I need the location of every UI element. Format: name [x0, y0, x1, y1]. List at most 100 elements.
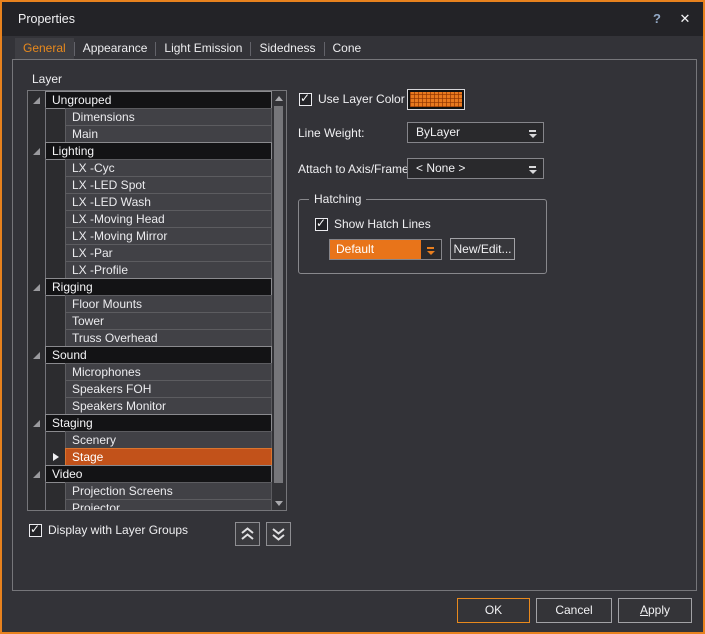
scrollbar-thumb[interactable] — [274, 106, 283, 483]
layer-row[interactable]: LX -Profile — [28, 261, 272, 279]
expander-icon[interactable] — [33, 97, 40, 104]
expander-icon[interactable] — [33, 352, 40, 359]
layer-row-box[interactable]: LX -Moving Head — [65, 210, 272, 228]
tab-general[interactable]: General — [15, 38, 74, 59]
hatching-groupbox: Hatching — [298, 199, 547, 274]
layer-row-box[interactable]: Tower — [65, 312, 272, 330]
tab-sidedness[interactable]: Sidedness — [251, 38, 323, 59]
layer-row-box[interactable]: Rigging — [45, 278, 272, 296]
help-icon[interactable]: ? — [647, 10, 667, 28]
tree-scrollbar[interactable] — [272, 91, 286, 510]
current-item-icon — [53, 453, 59, 461]
layer-row[interactable]: Projector — [28, 499, 272, 511]
layer-row[interactable]: Truss Overhead — [28, 329, 272, 347]
layer-color-swatch[interactable] — [407, 89, 465, 110]
new-edit-button[interactable]: New/Edit... — [450, 238, 515, 260]
layer-row-box[interactable]: Floor Mounts — [65, 295, 272, 313]
layer-row[interactable]: Stage — [28, 448, 272, 466]
display-with-layer-groups-label: Display with Layer Groups — [48, 523, 188, 537]
layer-row[interactable]: LX -Par — [28, 244, 272, 262]
move-down-button[interactable] — [266, 522, 291, 546]
close-icon[interactable]: ✕ — [675, 10, 695, 28]
expander-icon[interactable] — [33, 284, 40, 291]
layer-row[interactable]: Main — [28, 125, 272, 143]
layer-row[interactable]: Sound — [28, 346, 272, 364]
layer-row-box[interactable]: Scenery — [65, 431, 272, 449]
layer-row[interactable]: Scenery — [28, 431, 272, 449]
checkbox-box[interactable]: ✓ — [29, 524, 42, 537]
tab-appearance[interactable]: Appearance — [75, 38, 156, 59]
layer-row[interactable]: Tower — [28, 312, 272, 330]
layer-row[interactable]: LX -LED Spot — [28, 176, 272, 194]
layer-row[interactable]: Speakers FOH — [28, 380, 272, 398]
layer-tree[interactable]: UngroupedDimensionsMainLightingLX -CycLX… — [27, 90, 287, 511]
layer-row-box[interactable]: Video — [45, 465, 272, 483]
attach-axis-dropdown[interactable]: < None > — [407, 158, 544, 179]
tab-cone[interactable]: Cone — [325, 38, 370, 59]
layer-row-box[interactable]: Ungrouped — [45, 91, 272, 109]
layer-row-box[interactable]: LX -LED Wash — [65, 193, 272, 211]
layer-row-box[interactable]: Projection Screens — [65, 482, 272, 500]
dropdown-button[interactable] — [523, 159, 543, 178]
tab-light-emission[interactable]: Light Emission — [156, 38, 250, 59]
hatch-pattern-dropdown[interactable]: Default — [329, 239, 442, 260]
display-with-layer-groups-checkbox[interactable]: ✓ Display with Layer Groups — [29, 523, 188, 537]
layer-row-label: Microphones — [66, 364, 271, 380]
layer-row[interactable]: Speakers Monitor — [28, 397, 272, 415]
use-layer-color-checkbox[interactable]: ✓ Use Layer Color — [299, 92, 405, 106]
layer-row[interactable]: Lighting — [28, 142, 272, 160]
layer-row[interactable]: Dimensions — [28, 108, 272, 126]
layer-row-box[interactable]: Speakers FOH — [65, 380, 272, 398]
checkbox-box[interactable]: ✓ — [299, 93, 312, 106]
layer-row[interactable]: LX -Moving Mirror — [28, 227, 272, 245]
move-up-button[interactable] — [235, 522, 260, 546]
scroll-down-icon[interactable] — [272, 496, 286, 510]
layer-row-box[interactable]: Truss Overhead — [65, 329, 272, 347]
layer-row-box[interactable]: Speakers Monitor — [65, 397, 272, 415]
layer-row-label: LX -Profile — [66, 262, 271, 278]
expander-icon[interactable] — [33, 471, 40, 478]
line-weight-dropdown[interactable]: ByLayer — [407, 122, 544, 143]
layer-row-box[interactable]: LX -Cyc — [65, 159, 272, 177]
layer-row[interactable]: Video — [28, 465, 272, 483]
attach-axis-label: Attach to Axis/Frame: — [298, 162, 412, 176]
layer-row[interactable]: Projection Screens — [28, 482, 272, 500]
layer-row[interactable]: Microphones — [28, 363, 272, 381]
layer-row-label: Main — [66, 126, 271, 142]
attach-axis-value: < None > — [408, 159, 523, 178]
layer-row-box[interactable]: Dimensions — [65, 108, 272, 126]
checkbox-box[interactable]: ✓ — [315, 218, 328, 231]
layer-row-label: Sound — [46, 347, 271, 363]
cancel-button[interactable]: Cancel — [536, 598, 612, 623]
layer-row-box[interactable]: LX -Par — [65, 244, 272, 262]
titlebar[interactable]: Properties ? ✕ — [2, 2, 703, 36]
dropdown-button[interactable] — [421, 240, 441, 259]
layer-row[interactable]: Staging — [28, 414, 272, 432]
layer-row[interactable]: Rigging — [28, 278, 272, 296]
layer-row[interactable]: Ungrouped — [28, 91, 272, 109]
layer-row-box[interactable]: Main — [65, 125, 272, 143]
layer-row-label: Projection Screens — [66, 483, 271, 499]
expander-icon[interactable] — [33, 148, 40, 155]
layer-row-box[interactable]: Lighting — [45, 142, 272, 160]
layer-row[interactable]: LX -Moving Head — [28, 210, 272, 228]
layer-row[interactable]: Floor Mounts — [28, 295, 272, 313]
show-hatch-lines-checkbox[interactable]: ✓ Show Hatch Lines — [315, 217, 431, 231]
layer-row-box[interactable]: LX -Moving Mirror — [65, 227, 272, 245]
scroll-up-icon[interactable] — [272, 91, 286, 105]
layer-row-box[interactable]: LX -LED Spot — [65, 176, 272, 194]
ok-button[interactable]: OK — [457, 598, 530, 623]
layer-row-box[interactable]: Staging — [45, 414, 272, 432]
layer-row-label: LX -LED Spot — [66, 177, 271, 193]
dropdown-button[interactable] — [523, 123, 543, 142]
layer-row-box[interactable]: Stage — [65, 448, 272, 466]
layer-row-box[interactable]: Sound — [45, 346, 272, 364]
layer-row-box[interactable]: Projector — [65, 499, 272, 511]
expander-icon[interactable] — [33, 420, 40, 427]
layer-row[interactable]: LX -Cyc — [28, 159, 272, 177]
apply-button[interactable]: Apply — [618, 598, 692, 623]
layer-row[interactable]: LX -LED Wash — [28, 193, 272, 211]
layer-row-box[interactable]: Microphones — [65, 363, 272, 381]
layer-row-label: LX -Moving Mirror — [66, 228, 271, 244]
layer-row-box[interactable]: LX -Profile — [65, 261, 272, 279]
